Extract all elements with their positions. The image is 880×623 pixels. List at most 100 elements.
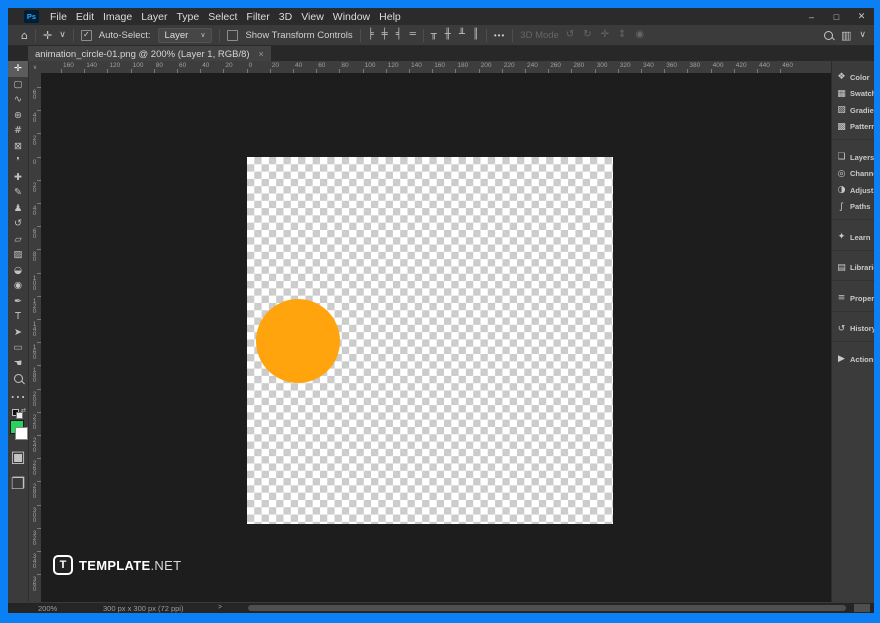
panel-tab-swatches[interactable]: ▦Swatches: [832, 86, 874, 103]
spot-healing-brush-tool[interactable]: ✚: [8, 170, 28, 186]
color-swatches: [9, 420, 27, 439]
document-tab[interactable]: animation_circle-01.png @ 200% (Layer 1,…: [28, 46, 271, 62]
type-tool[interactable]: T: [8, 309, 28, 325]
align-horizontal-centers-icon[interactable]: ╪: [382, 30, 388, 40]
divider: [219, 29, 220, 42]
history-brush-tool[interactable]: ↺: [8, 216, 28, 232]
orange-circle[interactable]: [256, 299, 340, 383]
menu-select[interactable]: Select: [208, 11, 237, 23]
brush-tool[interactable]: ✎: [8, 185, 28, 201]
menu-3d[interactable]: 3D: [279, 11, 292, 23]
screen-mode-button[interactable]: ❐: [8, 474, 28, 493]
ruler-label: 140: [31, 321, 38, 336]
status-chevron-icon[interactable]: >: [218, 604, 222, 611]
3d-camera-icon[interactable]: ◉: [635, 30, 644, 40]
chevron-down-icon[interactable]: ∨: [59, 31, 66, 40]
zoom-tool[interactable]: [8, 371, 28, 387]
ruler-label: 240: [527, 62, 538, 69]
3d-pan-icon[interactable]: ✛: [601, 30, 609, 40]
panel-tab-patterns[interactable]: ▩Patterns: [832, 119, 874, 136]
minimize-icon[interactable]: –: [799, 8, 824, 25]
panel-tab-layers[interactable]: ❏Layers: [832, 149, 874, 166]
panel-label: Swatches: [850, 89, 874, 98]
zoom-level-field[interactable]: 200%: [38, 604, 57, 613]
ruler-label: 460: [782, 62, 793, 69]
3d-slide-icon[interactable]: ⇕: [618, 30, 626, 40]
panel-tab-learn[interactable]: ✦Learn: [832, 229, 874, 246]
auto-select-target-dropdown[interactable]: Layer ∨: [158, 28, 213, 43]
maximize-icon[interactable]: □: [824, 8, 849, 25]
panel-tab-gradients[interactable]: ▧Gradie...: [832, 102, 874, 119]
eraser-tool[interactable]: ▱: [8, 232, 28, 248]
search-icon[interactable]: [824, 31, 833, 40]
menu-file[interactable]: File: [50, 11, 67, 23]
ruler-label: 80: [341, 62, 348, 69]
close-icon[interactable]: ✕: [849, 8, 874, 25]
menu-filter[interactable]: Filter: [246, 11, 269, 23]
align-left-edges-icon[interactable]: ╞: [368, 30, 374, 40]
default-colors-icon[interactable]: ⇄: [12, 409, 24, 418]
quick-selection-tool[interactable]: ⊛: [8, 108, 28, 124]
panel-tab-properties[interactable]: ≡Proper...: [832, 290, 874, 307]
document-info: 300 px x 300 px (72 ppi): [103, 604, 183, 613]
menu-type[interactable]: Type: [176, 11, 199, 23]
menu-view[interactable]: View: [301, 11, 324, 23]
swap-colors-icon[interactable]: ⇄: [21, 407, 26, 414]
menu-edit[interactable]: Edit: [76, 11, 94, 23]
menu-help[interactable]: Help: [379, 11, 401, 23]
menu-layer[interactable]: Layer: [141, 11, 167, 23]
workspace-icon[interactable]: ▥: [841, 30, 851, 41]
distribute-vertical-icon[interactable]: ║: [473, 30, 479, 40]
menu-image[interactable]: Image: [103, 11, 132, 23]
background-color-swatch[interactable]: [15, 427, 28, 440]
watermark-text: TEMPLATE.NET: [79, 558, 181, 573]
3d-orbit-icon[interactable]: ↺: [566, 30, 574, 40]
menu-window[interactable]: Window: [333, 11, 370, 23]
crop-tool[interactable]: #: [8, 123, 28, 139]
lasso-tool[interactable]: ∿: [8, 92, 28, 108]
panel-tab-actions[interactable]: ▶Actions: [832, 351, 874, 368]
patterns-icon: ▩: [836, 122, 847, 132]
hand-tool[interactable]: ☚: [8, 356, 28, 372]
pen-tool[interactable]: ✒: [8, 294, 28, 310]
eyedropper-tool[interactable]: ❜: [8, 154, 28, 170]
panel-tab-history[interactable]: ↺History: [832, 321, 874, 338]
align-right-edges-icon[interactable]: ╡: [396, 30, 402, 40]
auto-select-checkbox[interactable]: ✓: [81, 30, 92, 41]
document-canvas[interactable]: [247, 157, 613, 524]
layers-icon: ❏: [836, 152, 847, 162]
canvas-background[interactable]: T TEMPLATE.NET: [41, 73, 831, 603]
edit-toolbar-button[interactable]: ⋯: [8, 387, 28, 406]
quick-mask-button[interactable]: ▣: [8, 447, 28, 466]
clone-stamp-tool[interactable]: ♟: [8, 201, 28, 217]
align-vertical-centers-icon[interactable]: ╫: [445, 30, 451, 40]
panel-tab-paths[interactable]: ∫Paths: [832, 199, 874, 216]
path-selection-tool[interactable]: ➤: [8, 325, 28, 341]
align-horizontal-group: ╞ ╪ ╡ ═: [368, 30, 416, 40]
horizontal-scrollbar[interactable]: [248, 605, 846, 611]
home-icon[interactable]: ⌂: [21, 30, 28, 41]
show-transform-checkbox[interactable]: [227, 30, 238, 41]
chevron-down-icon[interactable]: ∨: [859, 31, 866, 40]
move-tool[interactable]: ✛: [8, 61, 28, 77]
ruler-label: 200: [31, 391, 38, 406]
blur-tool[interactable]: ◒: [8, 263, 28, 279]
more-align-options-button[interactable]: •••: [494, 31, 505, 40]
panel-tab-libraries[interactable]: ▤Libraries: [832, 260, 874, 277]
move-tool-icon[interactable]: ✛: [43, 30, 52, 41]
dodge-tool[interactable]: ◉: [8, 278, 28, 294]
distribute-horizontal-icon[interactable]: ═: [410, 30, 416, 40]
frame-tool[interactable]: ⊠: [8, 139, 28, 155]
panel-tab-color[interactable]: ❖Color: [832, 69, 874, 86]
rectangular-marquee-tool[interactable]: ▢: [8, 77, 28, 93]
gradient-tool[interactable]: ▨: [8, 247, 28, 263]
photoshop-window: Ps FileEditImageLayerTypeSelectFilter3DV…: [8, 8, 874, 613]
3d-roll-icon[interactable]: ↻: [583, 30, 591, 40]
align-top-edges-icon[interactable]: ╥: [431, 30, 437, 40]
tab-close-icon[interactable]: ×: [259, 49, 264, 59]
rectangle-tool[interactable]: ▭: [8, 340, 28, 356]
panel-tab-channels[interactable]: ◎Channels: [832, 166, 874, 183]
panel-dock: ❖Color▦Swatches▧Gradie...▩Patterns ❏Layer…: [831, 61, 874, 603]
align-bottom-edges-icon[interactable]: ╨: [459, 30, 465, 40]
panel-tab-adjustments[interactable]: ◑Adjust...: [832, 182, 874, 199]
